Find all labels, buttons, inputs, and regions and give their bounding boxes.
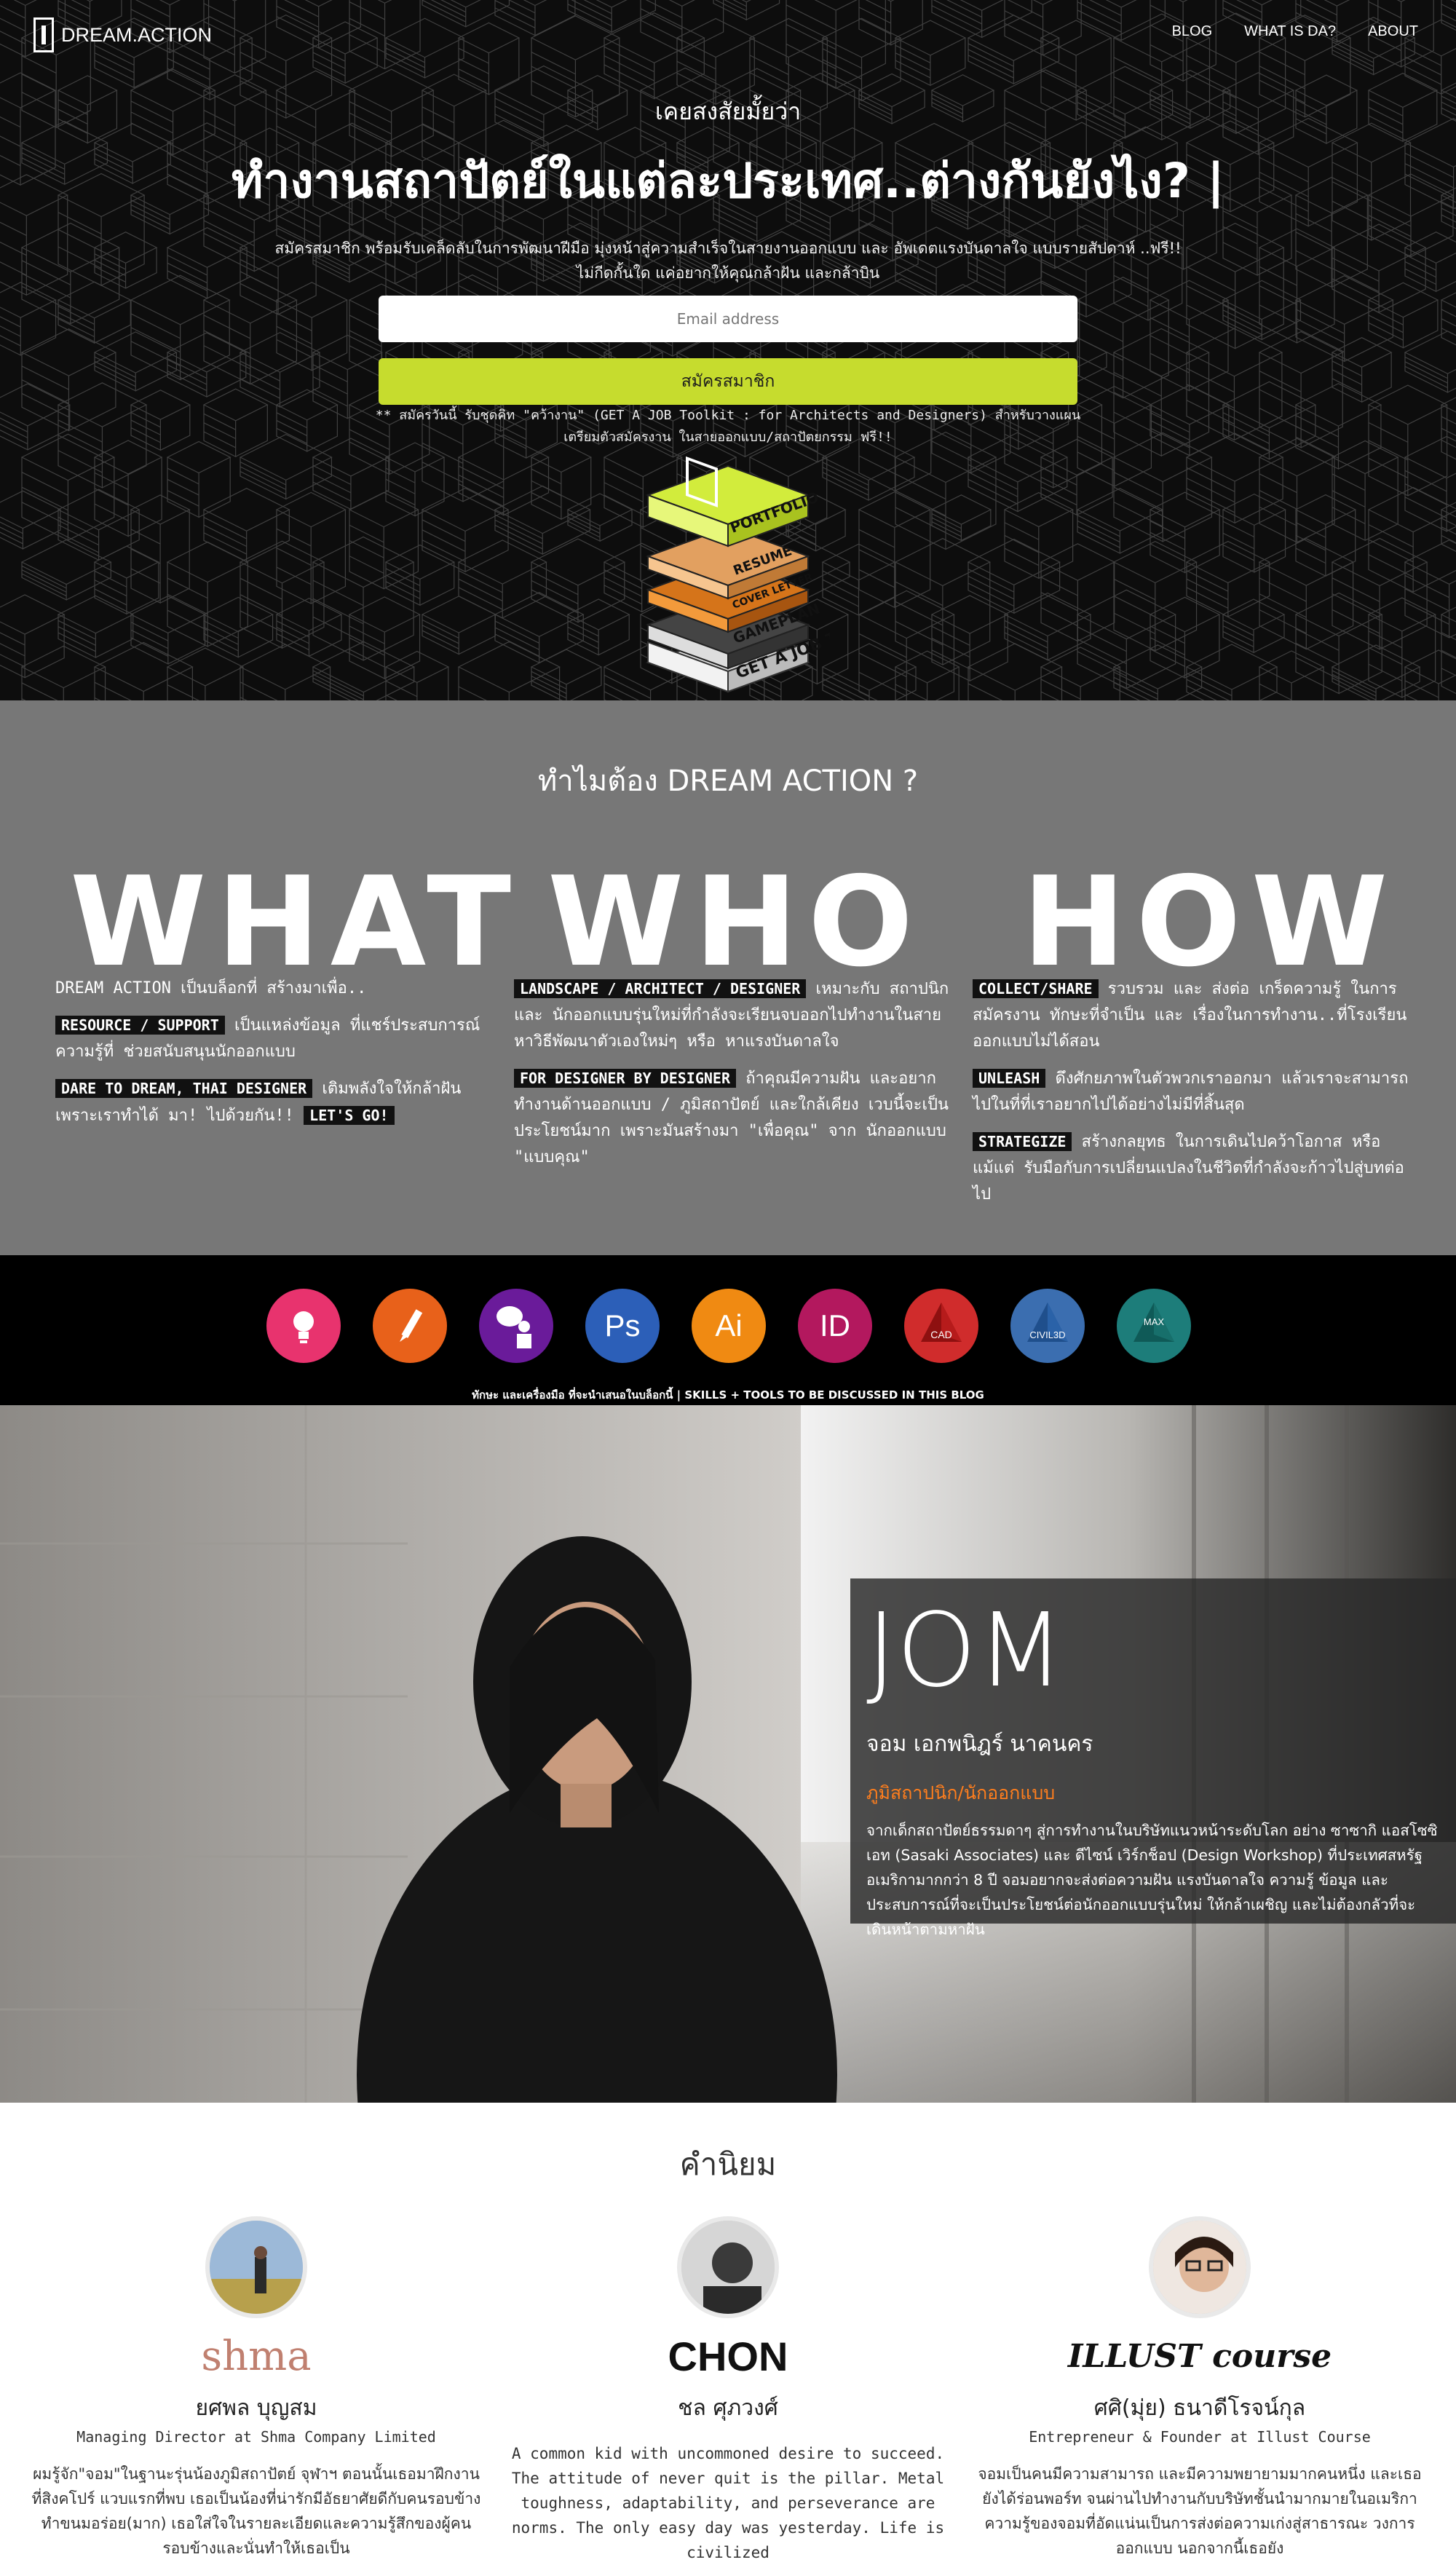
shma-logo: shma bbox=[23, 2327, 489, 2385]
hero-title: ทำงานสถาปัตย์ในแต่ละประเทศ..ต่างกันยังไง… bbox=[231, 153, 1225, 209]
jom-section: JOM จอม เอกพนิฎร์ นาคนคร ภูมิสถาปนิก/นัก… bbox=[0, 1405, 1456, 2103]
nav-what-is-da[interactable]: WHAT IS DA? bbox=[1244, 23, 1336, 40]
indesign-icon: ID bbox=[798, 1289, 872, 1363]
testimonials-section: คำนิยม shma ยศพล บุญสม Managing Director… bbox=[0, 2103, 1456, 2561]
why-title: ทำไมต้อง DREAM ACTION ? bbox=[537, 764, 919, 798]
jom-bio: จากเด็กสถาปัตย์ธรรมดาๆ สู่การทำงานในบริษ… bbox=[866, 1822, 1438, 1938]
nav-blog[interactable]: BLOG bbox=[1172, 23, 1213, 40]
testimonial-name: ศศิ(มุ่ย) ธนาดีโรจน์กุล bbox=[1093, 2395, 1306, 2421]
what-para-2: DARE TO DREAM, THAI DESIGNER เติมพลังใจใ… bbox=[55, 1075, 492, 1129]
tag-landscape-architect-designer: LANDSCAPE / ARCHITECT / DESIGNER bbox=[514, 979, 807, 998]
what-intro: DREAM ACTION เป็นบล็อกที่ สร้างมาเพื่อ.. bbox=[55, 979, 367, 997]
testimonial-role: Entrepreneur & Founder at Illust Course bbox=[1029, 2428, 1371, 2446]
email-input[interactable] bbox=[379, 296, 1077, 342]
testimonial-card: shma ยศพล บุญสม Managing Director at Shm… bbox=[23, 2216, 489, 2561]
how-para-1: COLLECT/SHARE รวบรวม และ ส่งต่อ เกร็ดควา… bbox=[973, 976, 1409, 1055]
tag-lets-go: LET'S GO! bbox=[304, 1106, 395, 1125]
what-para-1: RESOURCE / SUPPORT เป็นแหล่งข้อมูล ที่แช… bbox=[55, 1012, 492, 1065]
nav-about[interactable]: ABOUT bbox=[1368, 23, 1418, 40]
hero-note-line-1: ** สมัครวันนี้ รับชุดคิท "คว้างาน" (GET … bbox=[375, 408, 1081, 423]
testimonial-card: ILLUST course ศศิ(มุ่ย) ธนาดีโรจน์กุล En… bbox=[967, 2216, 1433, 2561]
tag-unleash: UNLEASH bbox=[973, 1069, 1046, 1088]
testimonial-name: ชล ศุภวงศ์ bbox=[678, 2395, 778, 2421]
testimonial-quote: ผมรู้จัก"จอม"ในฐานะรุ่นน้องภูมิสถาปัตย์ … bbox=[31, 2465, 481, 2557]
top-nav: BLOG WHAT IS DA? ABOUT bbox=[1172, 23, 1418, 40]
jom-role: ภูมิสถาปนิก/นักออกแบบ bbox=[866, 1782, 1056, 1803]
civil3d-icon: CIVIL3D bbox=[1010, 1289, 1085, 1363]
get-a-job-toolkit-graphic: GET A JOB TOOLKIT GAMEPLAN COVER LETTER … bbox=[646, 456, 830, 693]
3dsmax-icon: MAX bbox=[1117, 1289, 1191, 1363]
chon-logo: CHON bbox=[495, 2327, 961, 2385]
testimonial-card: CHON ชล ศุภวงศ์ A common kid with uncomm… bbox=[495, 2216, 961, 2565]
what-column: DREAM ACTION เป็นบล็อกที่ สร้างมาเพื่อ..… bbox=[55, 976, 492, 1139]
who-para-1: LANDSCAPE / ARCHITECT / DESIGNER เหมาะกั… bbox=[514, 976, 951, 1055]
logo-mark-icon bbox=[33, 17, 54, 52]
photoshop-label: Ps bbox=[604, 1308, 641, 1343]
3dsmax-label: MAX bbox=[1143, 1316, 1165, 1327]
tag-collect-share: COLLECT/SHARE bbox=[973, 979, 1099, 998]
how-para-2: UNLEASH ดึงศักยภาพในตัวพวกเราออกมา แล้วเ… bbox=[973, 1065, 1409, 1118]
hero-note-line-2: เตรียมตัวสมัครงาน ในสายออกแบบ/สถาปัตยกรร… bbox=[563, 430, 893, 445]
site-logo[interactable]: DREAM.ACTION bbox=[33, 17, 212, 52]
chon-logo-text: CHON bbox=[668, 2333, 788, 2379]
jom-thai-name: จอม เอกพนิฎร์ นาคนคร bbox=[866, 1731, 1093, 1757]
subscribe-button[interactable]: สมัครสมาชิก bbox=[379, 358, 1077, 405]
why-section: ทำไมต้อง DREAM ACTION ? WHAT WHO HOW DRE… bbox=[0, 700, 1456, 1255]
shma-logo-text: shma bbox=[201, 2332, 312, 2380]
autocad-label: CAD bbox=[930, 1329, 952, 1340]
avatar bbox=[205, 2216, 307, 2318]
who-column: LANDSCAPE / ARCHITECT / DESIGNER เหมาะกั… bbox=[514, 976, 951, 1181]
civil3d-label: CIVIL3D bbox=[1029, 1329, 1066, 1340]
jom-profile-card: JOM จอม เอกพนิฎร์ นาคนคร ภูมิสถาปนิก/นัก… bbox=[850, 1578, 1456, 1938]
tag-resource-support: RESOURCE / SUPPORT bbox=[55, 1016, 225, 1035]
how-para-3: STRATEGIZE สร้างกลยุทธ ในการเดินไปคว้าโอ… bbox=[973, 1129, 1409, 1208]
testimonial-quote: จอมเป็นคนมีความสามารถ และมีความพยายามมาก… bbox=[978, 2465, 1422, 2557]
lightbulb-icon bbox=[266, 1289, 341, 1363]
hero-section: DREAM.ACTION BLOG WHAT IS DA? ABOUT เคยส… bbox=[0, 0, 1456, 700]
avatar bbox=[677, 2216, 779, 2318]
autocad-icon: CAD bbox=[904, 1289, 978, 1363]
testimonial-name: ยศพล บุญสม bbox=[195, 2395, 317, 2421]
tag-for-designer-by-designer: FOR DESIGNER BY DESIGNER bbox=[514, 1069, 736, 1088]
testimonials-title: คำนิยม bbox=[679, 2146, 777, 2182]
illustrator-label: Ai bbox=[715, 1308, 743, 1343]
word-who: WHO bbox=[547, 850, 924, 995]
tag-strategize: STRATEGIZE bbox=[973, 1132, 1072, 1151]
logo-text: DREAM.ACTION bbox=[61, 23, 213, 46]
word-what: WHAT bbox=[70, 850, 522, 995]
speech-person-icon bbox=[479, 1289, 553, 1363]
hero-kicker: เคยสงสัยมั้ยว่า bbox=[654, 98, 802, 125]
jom-name: JOM bbox=[866, 1592, 1065, 1710]
illust-course-logo: ILLUST course bbox=[967, 2327, 1433, 2385]
pencil-icon bbox=[373, 1289, 447, 1363]
hero-description: สมัครสมาชิก พร้อมรับเคล็ดลับในการพัฒนาฝี… bbox=[218, 236, 1238, 285]
illust-course-logo-text: ILLUST course bbox=[1067, 2337, 1332, 2375]
testimonial-quote: A common kid with uncommoned desire to s… bbox=[511, 2445, 945, 2561]
hero-description-line-2: ไม่กีดกั้นใด แค่อยากให้คุณกล้าฝัน และกล้… bbox=[576, 264, 880, 282]
photoshop-icon: Ps bbox=[585, 1289, 660, 1363]
hero-note: ** สมัครวันนี้ รับชุดคิท "คว้างาน" (GET … bbox=[306, 405, 1150, 448]
tools-section: Ps Ai ID CAD CIVIL3D MAX ทักษะ และเครื่อ… bbox=[0, 1255, 1456, 1405]
how-column: COLLECT/SHARE รวบรวม และ ส่งต่อ เกร็ดควา… bbox=[973, 976, 1409, 1218]
word-how: HOW bbox=[1022, 850, 1398, 995]
indesign-label: ID bbox=[820, 1308, 850, 1343]
avatar bbox=[1149, 2216, 1251, 2318]
hero-description-line-1: สมัครสมาชิก พร้อมรับเคล็ดลับในการพัฒนาฝี… bbox=[274, 240, 1182, 257]
who-para-2: FOR DESIGNER BY DESIGNER ถ้าคุณมีความฝัน… bbox=[514, 1065, 951, 1171]
testimonial-role: Managing Director at Shma Company Limite… bbox=[76, 2428, 436, 2446]
tools-caption: ทักษะ และเครื่องมือ ที่จะนำเสนอในบล็อกนี… bbox=[472, 1388, 984, 1402]
illustrator-icon: Ai bbox=[692, 1289, 766, 1363]
tag-dare-to-dream: DARE TO DREAM, THAI DESIGNER bbox=[55, 1079, 313, 1098]
